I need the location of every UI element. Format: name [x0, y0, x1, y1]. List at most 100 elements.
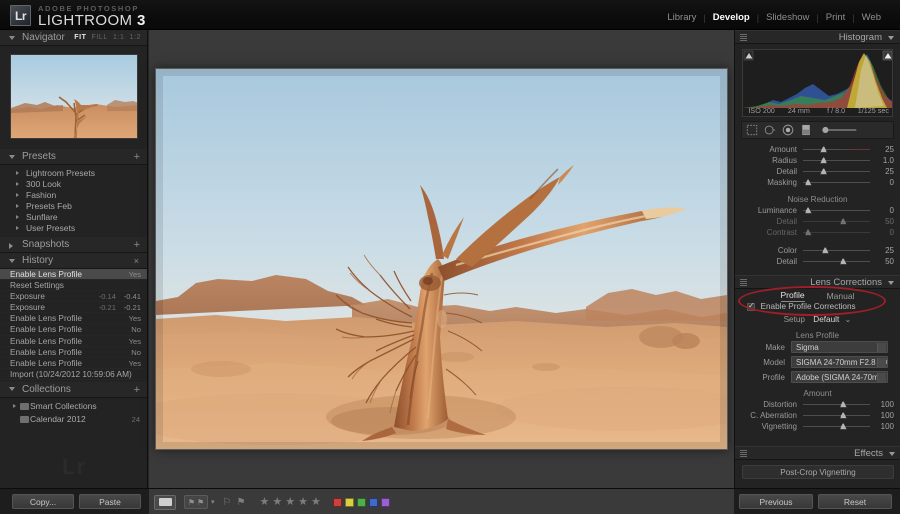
lens-tab-manual[interactable]: Manual — [827, 291, 855, 301]
color-label-swatches[interactable] — [333, 498, 390, 507]
slider-track[interactable] — [803, 404, 870, 405]
histogram-header[interactable]: Histogram — [735, 30, 900, 44]
flag-dropdown-icon[interactable]: ▾ — [211, 498, 215, 506]
adjustment-brush-icon[interactable] — [818, 124, 862, 136]
color-label-swatch[interactable] — [357, 498, 366, 507]
color-label-swatch[interactable] — [345, 498, 354, 507]
preset-folder[interactable]: Presets Feb — [0, 201, 147, 212]
module-library[interactable]: Library — [660, 12, 703, 23]
history-item[interactable]: Enable Lens ProfileYes — [0, 313, 147, 324]
slider-track[interactable] — [803, 182, 870, 183]
collections-header[interactable]: Collections + — [0, 382, 147, 398]
module-slideshow[interactable]: Slideshow — [759, 12, 816, 23]
slider-detail[interactable]: Detail25 — [741, 166, 894, 177]
effects-header[interactable]: Effects — [735, 446, 900, 460]
loupe-view-icon[interactable] — [154, 495, 176, 510]
history-item[interactable]: Import (10/24/2012 10:59:06 AM) — [0, 369, 147, 380]
history-item[interactable]: Reset Settings — [0, 280, 147, 291]
lens-corrections-header[interactable]: Lens Corrections — [735, 275, 900, 289]
lens-tab-profile[interactable]: Profile — [781, 290, 805, 302]
navigator-thumbnail[interactable] — [10, 54, 138, 139]
histogram[interactable]: ISO 20024 mmf / 8.01/125 sec — [742, 49, 893, 117]
panel-switch-icon[interactable] — [740, 34, 747, 42]
slider-color[interactable]: Color25 — [741, 245, 894, 256]
graduated-filter-icon[interactable] — [800, 124, 812, 136]
navigator-mode-1-2[interactable]: 1:2 — [129, 30, 141, 46]
slider-value[interactable]: 100 — [872, 410, 894, 421]
rating-star[interactable]: ★ — [285, 497, 295, 508]
slider-value[interactable]: 50 — [872, 216, 894, 227]
slider-value[interactable]: 0 — [872, 227, 894, 238]
slider-value[interactable]: 100 — [872, 421, 894, 432]
color-label-swatch[interactable] — [381, 498, 390, 507]
rating-star[interactable]: ★ — [259, 497, 269, 508]
navigator-mode-fit[interactable]: FIT — [74, 30, 86, 46]
rating-star[interactable]: ★ — [272, 497, 282, 508]
chevron-down-icon[interactable] — [877, 373, 886, 383]
slider-value[interactable]: 25 — [872, 245, 894, 256]
slider-value[interactable]: 25 — [872, 144, 894, 155]
history-header[interactable]: History × — [0, 253, 147, 269]
slider-masking[interactable]: Masking0 — [741, 177, 894, 188]
add-collection-icon[interactable]: + — [134, 382, 140, 398]
slider-value[interactable]: 100 — [872, 399, 894, 410]
history-item[interactable]: Exposure-0.14-0.41 — [0, 291, 147, 302]
module-web[interactable]: Web — [855, 12, 888, 23]
color-label-swatch[interactable] — [369, 498, 378, 507]
history-item[interactable]: Exposure-0.21-0.21 — [0, 302, 147, 313]
slider-value[interactable]: 0 — [872, 205, 894, 216]
lens-field-dropdown[interactable]: Sigma — [791, 341, 888, 353]
crop-overlay-icon[interactable] — [746, 124, 758, 136]
preset-folder[interactable]: Fashion — [0, 190, 147, 201]
collection-item[interactable]: Smart Collections — [0, 400, 147, 413]
slider-detail[interactable]: Detail50 — [741, 216, 894, 227]
lens-field-model[interactable]: ModelSIGMA 24-70mm F2.8 EX ... — [741, 356, 894, 369]
photo-preview[interactable] — [156, 69, 727, 449]
add-snapshot-icon[interactable]: + — [134, 237, 140, 253]
previous-button[interactable]: Previous — [739, 494, 813, 509]
slider-luminance[interactable]: Luminance0 — [741, 205, 894, 216]
enable-profile-corrections-row[interactable]: Enable Profile Corrections — [747, 302, 900, 314]
slider-value[interactable]: 50 — [872, 256, 894, 267]
module-develop[interactable]: Develop — [706, 12, 757, 23]
pick-flag-icon[interactable]: ⚐ — [223, 497, 232, 508]
slider-amount[interactable]: Amount25 — [741, 144, 894, 155]
navigator-header[interactable]: Navigator FITFILL1:11:2 — [0, 30, 147, 46]
setup-dropdown-icon[interactable]: ⌄ — [845, 315, 852, 324]
slider-c-aberration[interactable]: C. Aberration100 — [741, 410, 894, 421]
slider-contrast[interactable]: Contrast0 — [741, 227, 894, 238]
star-rating[interactable]: ★★★★★ — [259, 497, 320, 508]
slider-value[interactable]: 25 — [872, 166, 894, 177]
slider-value[interactable]: 1.0 — [872, 155, 894, 166]
rating-star[interactable]: ★ — [298, 497, 308, 508]
add-preset-icon[interactable]: + — [134, 149, 140, 165]
slider-radius[interactable]: Radius1.0 — [741, 155, 894, 166]
slider-track[interactable] — [803, 221, 870, 222]
panel-switch-icon[interactable] — [740, 279, 747, 287]
chevron-down-icon[interactable] — [877, 358, 886, 368]
slider-track[interactable] — [803, 261, 870, 262]
flag-filter-icon[interactable]: ⚑⚑ — [184, 495, 208, 509]
preset-folder[interactable]: User Presets — [0, 223, 147, 234]
slider-value[interactable]: 0 — [872, 177, 894, 188]
slider-distortion[interactable]: Distortion100 — [741, 399, 894, 410]
slider-track[interactable] — [803, 232, 870, 233]
color-label-swatch[interactable] — [333, 498, 342, 507]
reset-button[interactable]: Reset — [818, 494, 892, 509]
lens-field-dropdown[interactable]: SIGMA 24-70mm F2.8 EX ... — [791, 356, 888, 368]
paste-button[interactable]: Paste — [79, 494, 141, 509]
history-item[interactable]: Enable Lens ProfileNo — [0, 324, 147, 335]
enable-profile-checkbox[interactable] — [747, 303, 755, 311]
lens-field-make[interactable]: MakeSigma — [741, 341, 894, 354]
snapshots-header[interactable]: Snapshots + — [0, 237, 147, 253]
lens-field-dropdown[interactable]: Adobe (SIGMA 24-70mm ... — [791, 371, 888, 383]
rating-star[interactable]: ★ — [311, 497, 321, 508]
slider-track[interactable] — [803, 426, 870, 427]
red-eye-icon[interactable] — [782, 124, 794, 136]
preset-folder[interactable]: 300 Look — [0, 179, 147, 190]
slider-vignetting[interactable]: Vignetting100 — [741, 421, 894, 432]
preset-folder[interactable]: Lightroom Presets — [0, 168, 147, 179]
history-item[interactable]: Enable Lens ProfileYes — [0, 269, 147, 280]
module-print[interactable]: Print — [819, 12, 853, 23]
slider-track[interactable] — [803, 210, 870, 211]
